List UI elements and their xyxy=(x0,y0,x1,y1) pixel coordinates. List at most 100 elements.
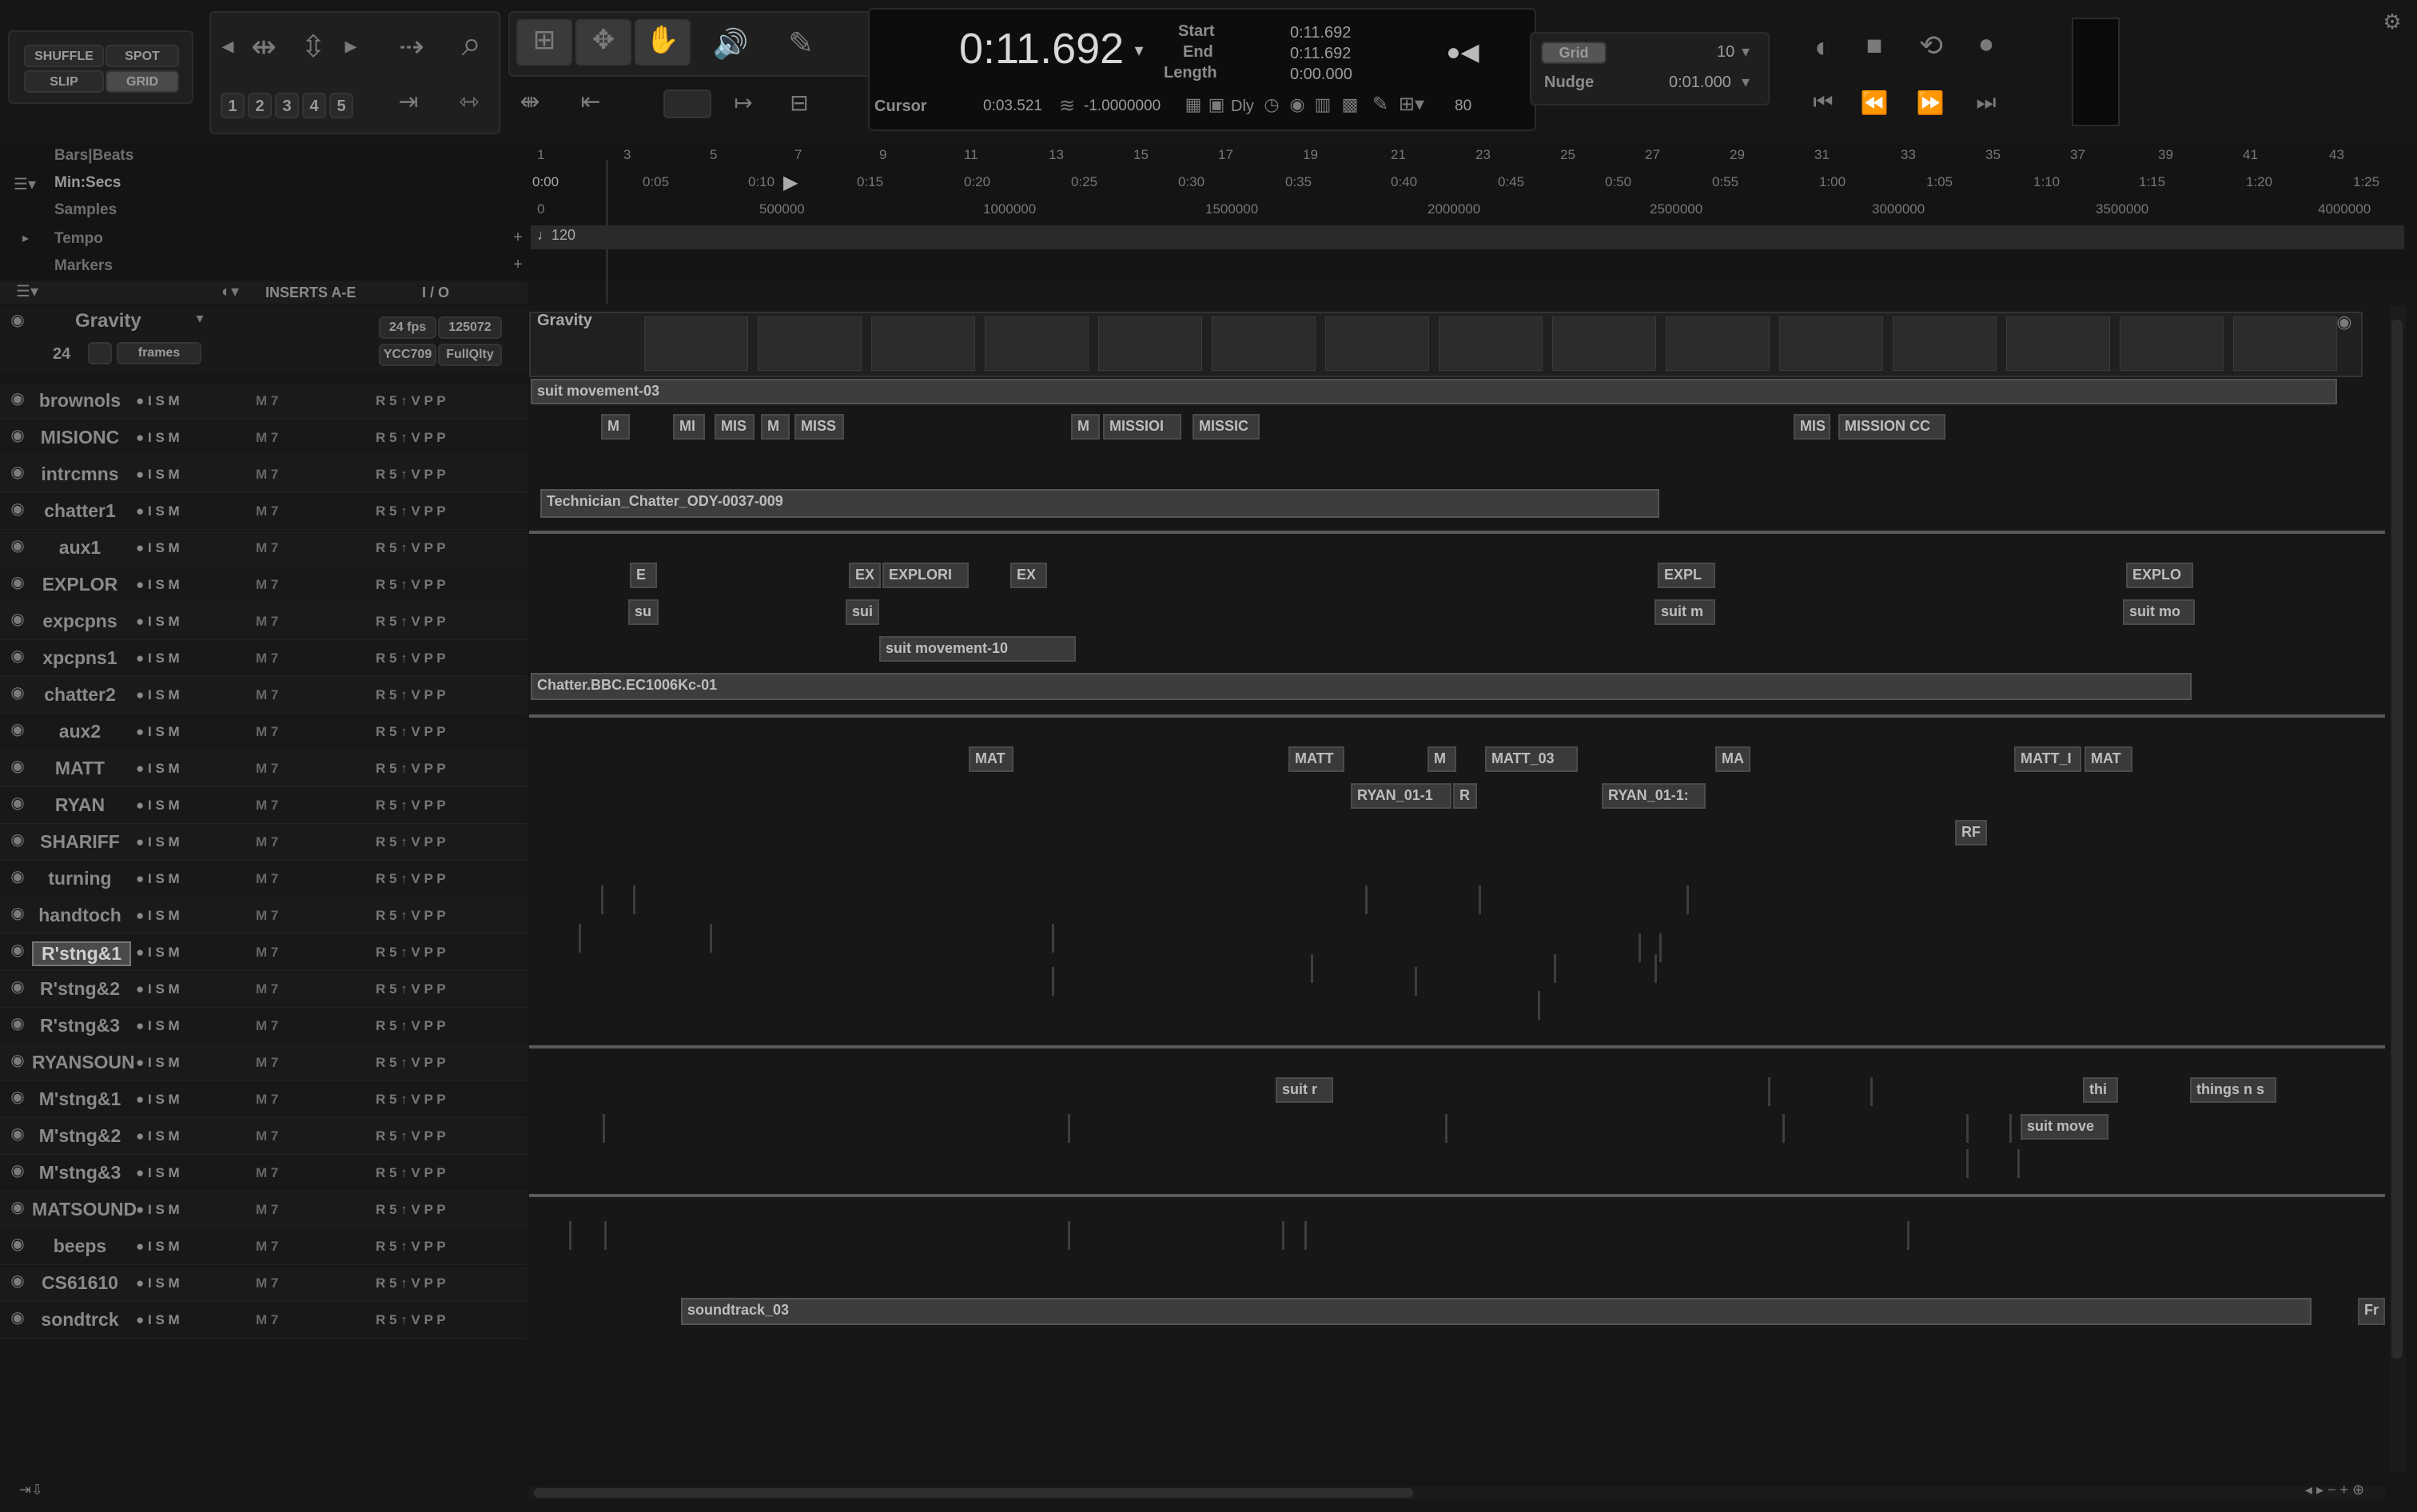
track-rec-solo-mute[interactable]: ● I S M xyxy=(136,1018,180,1034)
track-io[interactable]: R 5 ↑ V P P xyxy=(376,871,446,887)
track-inserts[interactable]: M 7 xyxy=(256,467,278,483)
track-rec-solo-mute[interactable]: ● I S M xyxy=(136,1055,180,1071)
zoom-preset-4[interactable]: 4 xyxy=(302,93,326,118)
clip-edge-marker[interactable] xyxy=(1768,1077,1770,1106)
audio-clip[interactable]: sui xyxy=(846,599,879,625)
track-name[interactable]: M'stng&1 xyxy=(32,1088,128,1110)
track-inserts[interactable]: M 7 xyxy=(256,1239,278,1255)
track-name[interactable]: handtoch xyxy=(32,905,128,926)
clip-edge-marker[interactable] xyxy=(604,1221,607,1250)
audio-clip[interactable]: EXPLO xyxy=(2126,563,2193,588)
track-io[interactable]: R 5 ↑ V P P xyxy=(376,614,446,630)
track-name[interactable]: expcpns xyxy=(32,611,128,632)
track-type-icon[interactable]: ◉ xyxy=(8,499,27,519)
clip-edge-marker[interactable] xyxy=(1068,1114,1070,1143)
clip-edge-marker[interactable] xyxy=(710,924,712,953)
zoom-preset-3[interactable]: 3 xyxy=(275,93,299,118)
track-inserts[interactable]: M 7 xyxy=(256,908,278,924)
track-type-icon[interactable]: ◉ xyxy=(8,830,27,850)
zoom-horizontal-icon[interactable]: ⇹ xyxy=(240,29,288,65)
clip-edge-marker[interactable] xyxy=(1304,1221,1307,1250)
track-type-icon[interactable]: ◉ xyxy=(8,940,27,960)
track-height-icon[interactable]: ⇥⇩ xyxy=(11,1482,51,1498)
video-codec-field[interactable]: YCC709 xyxy=(379,344,436,366)
track-inserts[interactable]: M 7 xyxy=(256,1128,278,1144)
audio-clip[interactable]: things n s xyxy=(2190,1077,2276,1103)
track-rec-solo-mute[interactable]: ● I S M xyxy=(136,687,180,703)
inserts-header[interactable]: INSERTS A-E xyxy=(265,284,356,301)
clip-edge-marker[interactable] xyxy=(1365,885,1368,914)
audio-clip[interactable]: RYAN_01-1: xyxy=(1602,783,1706,809)
track-type-icon[interactable]: ◉ xyxy=(8,1087,27,1107)
track-io[interactable]: R 5 ↑ V P P xyxy=(376,761,446,777)
track-type-icon[interactable]: ◉ xyxy=(8,572,27,592)
clip-edge-marker[interactable] xyxy=(1445,1114,1447,1143)
track-rec-solo-mute[interactable]: ● I S M xyxy=(136,1202,180,1218)
audio-clip[interactable]: thi xyxy=(2083,1077,2118,1103)
audio-clip[interactable]: M xyxy=(1428,746,1456,772)
grid-label-button[interactable]: Grid xyxy=(1541,42,1607,64)
zoom-preset-2[interactable]: 2 xyxy=(248,93,272,118)
track-io[interactable]: R 5 ↑ V P P xyxy=(376,1165,446,1181)
track-inserts[interactable]: M 7 xyxy=(256,945,278,961)
track-type-icon[interactable]: ◉ xyxy=(8,1013,27,1033)
audio-clip[interactable]: suit movement-03 xyxy=(531,379,2337,404)
track-type-icon[interactable]: ◉ xyxy=(8,756,27,776)
audio-clip[interactable]: MISSIOI xyxy=(1103,414,1181,440)
track-io[interactable]: R 5 ↑ V P P xyxy=(376,393,446,409)
track-name[interactable]: MATSOUND xyxy=(32,1199,137,1220)
video-track-dropdown-icon[interactable]: ▾ xyxy=(192,310,208,327)
zoomer-tool-icon[interactable]: ⌕ xyxy=(448,24,496,64)
clock-icon[interactable]: ◷ xyxy=(1260,94,1284,115)
track-name[interactable]: RYANSOUN xyxy=(32,1052,135,1073)
track-rec-solo-mute[interactable]: ● I S M xyxy=(136,540,180,556)
track-type-icon[interactable]: ◉ xyxy=(8,425,27,445)
audio-clip[interactable]: Fr xyxy=(2358,1298,2385,1325)
audio-clip[interactable]: EX xyxy=(1010,563,1047,588)
track-name[interactable]: intrcmns xyxy=(32,464,128,485)
audio-clip[interactable]: EXPL xyxy=(1658,563,1715,588)
audio-clip[interactable]: Technician_Chatter_ODY-0037-009 xyxy=(540,489,1659,518)
track-type-icon[interactable]: ◉ xyxy=(8,1307,27,1327)
track-type-icon[interactable]: ◉ xyxy=(8,646,27,666)
track-io[interactable]: R 5 ↑ V P P xyxy=(376,945,446,961)
clip-edge-marker[interactable] xyxy=(1282,1221,1284,1250)
clip-edge-marker[interactable] xyxy=(2017,1149,2020,1178)
audio-clip[interactable]: EXPLORI xyxy=(882,563,969,588)
clip-edge-marker[interactable] xyxy=(603,1114,605,1143)
audio-clip[interactable]: MI xyxy=(673,414,705,440)
conductor-pencil-icon[interactable]: ✎ xyxy=(1368,93,1392,116)
track-type-icon[interactable]: ◉ xyxy=(8,535,27,555)
track-type-icon[interactable]: ◉ xyxy=(8,1197,27,1217)
video-quality-field[interactable]: FullQlty xyxy=(438,344,502,366)
grid-dropdown-icon[interactable]: ▾ xyxy=(1736,42,1755,62)
track-inserts[interactable]: M 7 xyxy=(256,1055,278,1071)
track-io[interactable]: R 5 ↑ V P P xyxy=(376,1055,446,1071)
track-rec-solo-mute[interactable]: ● I S M xyxy=(136,651,180,666)
audio-clip[interactable]: M xyxy=(1071,414,1100,440)
track-type-icon[interactable]: ◉ xyxy=(8,1234,27,1254)
clip-edge-marker[interactable] xyxy=(1639,933,1641,962)
track-io[interactable]: R 5 ↑ V P P xyxy=(376,1128,446,1144)
playhead-marker-icon[interactable]: ▶ xyxy=(783,171,798,194)
track-inserts[interactable]: M 7 xyxy=(256,503,278,519)
track-name[interactable]: turning xyxy=(32,868,128,889)
audio-clip[interactable]: MISSIC xyxy=(1193,414,1260,440)
track-io[interactable]: R 5 ↑ V P P xyxy=(376,687,446,703)
clip-edge-marker[interactable] xyxy=(1538,991,1540,1020)
track-rec-solo-mute[interactable]: ● I S M xyxy=(136,430,180,446)
audio-clip[interactable]: suit movement-10 xyxy=(879,636,1076,662)
clip-edge-marker[interactable] xyxy=(1554,954,1556,983)
audio-clip[interactable]: MATT xyxy=(1288,746,1344,772)
track-type-icon[interactable]: ◉ xyxy=(8,1271,27,1291)
audio-clip[interactable]: MATT_03 xyxy=(1485,746,1578,772)
track-name[interactable]: chatter1 xyxy=(32,500,128,522)
track-type-icon[interactable]: ◉ xyxy=(8,682,27,702)
track-name[interactable]: CS61610 xyxy=(32,1272,128,1294)
counter-dropdown-icon[interactable]: ▾ xyxy=(1127,40,1151,61)
track-inserts[interactable]: M 7 xyxy=(256,651,278,666)
clip-edge-marker[interactable] xyxy=(601,885,603,914)
automation-follows-icon[interactable]: ⊟ xyxy=(775,90,823,116)
audio-clip[interactable]: soundtrack_03 xyxy=(681,1298,2311,1325)
track-io[interactable]: R 5 ↑ V P P xyxy=(376,1312,446,1328)
